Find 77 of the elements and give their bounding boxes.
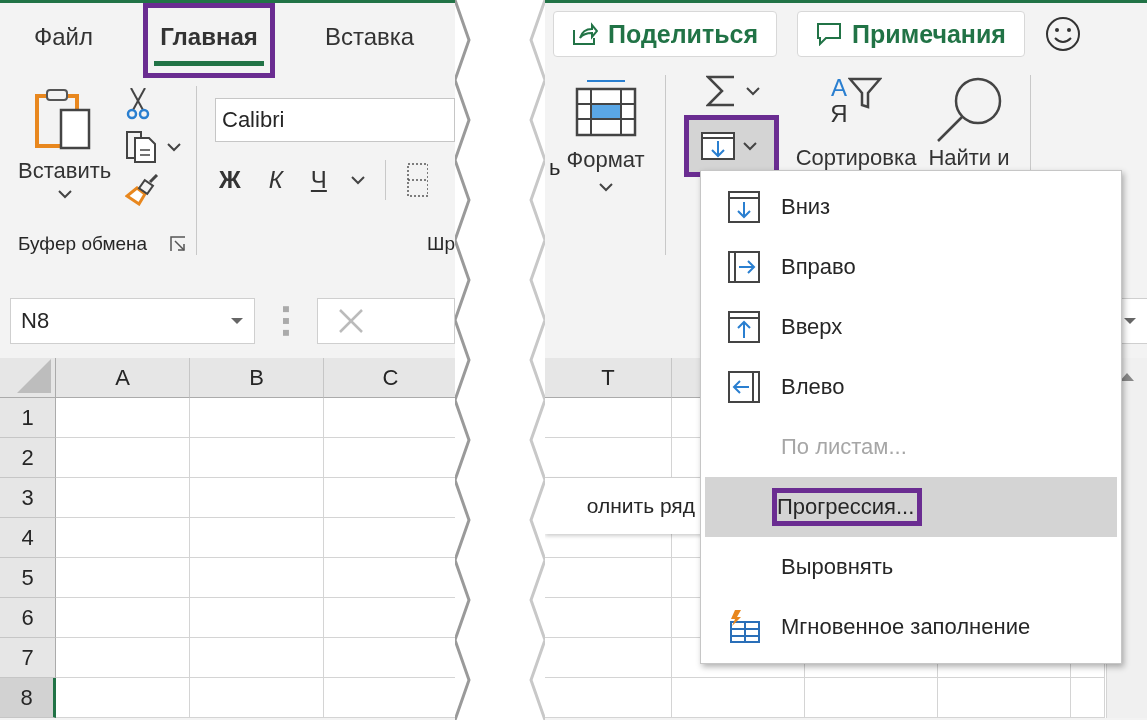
fill-button[interactable] xyxy=(683,115,779,177)
row-header[interactable]: 5 xyxy=(0,558,56,598)
row-header[interactable]: 7 xyxy=(0,638,56,678)
column-header[interactable]: T xyxy=(545,358,672,398)
menu-item-label: Прогрессия... xyxy=(772,488,923,526)
row-header[interactable]: 3 xyxy=(0,478,56,518)
ribbon-tab[interactable]: Вставка xyxy=(319,3,421,78)
sort-filter-button[interactable]: А Я Сортировка xyxy=(795,75,917,171)
copy-icon[interactable] xyxy=(125,130,158,164)
row-header[interactable]: 1 xyxy=(0,398,56,438)
caret-icon[interactable] xyxy=(742,141,757,151)
italic-button[interactable]: К xyxy=(264,166,287,194)
fill-up-icon xyxy=(727,310,761,344)
caret-icon[interactable] xyxy=(745,86,760,96)
underline-button[interactable]: Ч xyxy=(306,166,331,194)
row-header[interactable]: 8 xyxy=(0,678,56,718)
scroll-up-icon[interactable] xyxy=(1119,372,1135,382)
menu-item[interactable]: олнить ряд xyxy=(545,478,703,534)
menu-item-label: Мгновенное заполнение xyxy=(780,613,1032,641)
menu-item[interactable]: Вверх xyxy=(705,297,1117,357)
group-label: Шр xyxy=(427,233,455,255)
column-header[interactable]: C xyxy=(324,358,455,398)
brush-icon[interactable] xyxy=(125,174,160,206)
caret-icon[interactable] xyxy=(167,142,182,152)
comment-icon xyxy=(816,22,843,46)
menu-item-label: Вправо xyxy=(780,253,857,281)
bold-button[interactable]: Ж xyxy=(215,166,245,194)
sort-letter: А xyxy=(830,75,848,101)
border-icon[interactable] xyxy=(405,162,428,198)
find-button[interactable]: Найти и xyxy=(928,75,1010,171)
smiley-icon[interactable] xyxy=(1044,16,1081,52)
menu-item[interactable]: Мгновенное заполнение xyxy=(705,597,1117,657)
menu-item-label: По листам... xyxy=(780,433,908,461)
name-box[interactable]: N8 xyxy=(10,298,255,344)
caret-icon[interactable] xyxy=(598,183,613,192)
caret-icon[interactable] xyxy=(350,175,365,185)
row-header[interactable]: 4 xyxy=(0,518,56,558)
fill-right-icon xyxy=(727,250,761,284)
fill-down-icon xyxy=(727,190,761,224)
menu-item[interactable]: Выровнять xyxy=(705,537,1117,597)
flash-fill-icon xyxy=(727,610,761,644)
comments-button[interactable]: Примечания xyxy=(797,11,1025,57)
column-header[interactable]: A xyxy=(56,358,190,398)
share-button[interactable]: Поделиться xyxy=(553,11,778,57)
menu-item[interactable]: Прогрессия... xyxy=(705,477,1117,537)
drag-handle-icon xyxy=(282,306,289,336)
caret-icon[interactable] xyxy=(57,190,72,199)
cut-text: ь xyxy=(549,155,561,181)
menu-item[interactable]: Вниз xyxy=(705,177,1117,237)
format-button[interactable]: Формат xyxy=(566,79,645,192)
funnel-icon xyxy=(847,75,882,109)
row-header[interactable]: 6 xyxy=(0,598,56,638)
sort-letter: Я xyxy=(830,101,848,127)
font-name-field[interactable]: Calibri xyxy=(215,98,455,142)
ribbon-tab[interactable]: Файл xyxy=(28,3,99,78)
sum-icon[interactable] xyxy=(705,75,736,107)
menu-item-label: Вверх xyxy=(780,313,844,341)
triangle-icon xyxy=(17,359,51,393)
row-header[interactable]: 2 xyxy=(0,438,56,478)
ribbon-tab[interactable]: Главная xyxy=(143,3,275,78)
menu-item[interactable]: Влево xyxy=(705,357,1117,417)
fill-down-icon xyxy=(700,132,735,160)
dropdown-icon[interactable] xyxy=(229,317,244,325)
menu-item-label: Влево xyxy=(780,373,846,401)
dropdown-icon[interactable] xyxy=(1123,317,1137,325)
menu-item-label: Вниз xyxy=(780,193,832,221)
share-icon xyxy=(572,22,598,46)
dialog-launcher-icon[interactable] xyxy=(170,236,186,252)
scissors-icon[interactable] xyxy=(125,88,152,120)
cell-reference: N8 xyxy=(21,308,50,334)
table-format-icon xyxy=(574,79,637,137)
column-header[interactable]: B xyxy=(190,358,324,398)
menu-item[interactable]: Вправо xyxy=(705,237,1117,297)
menu-item-label: Выровнять xyxy=(780,553,895,581)
fill-left-icon xyxy=(727,370,761,404)
group-label: Буфер обмена xyxy=(18,233,148,255)
paste-button[interactable]: Вставить xyxy=(18,86,112,206)
